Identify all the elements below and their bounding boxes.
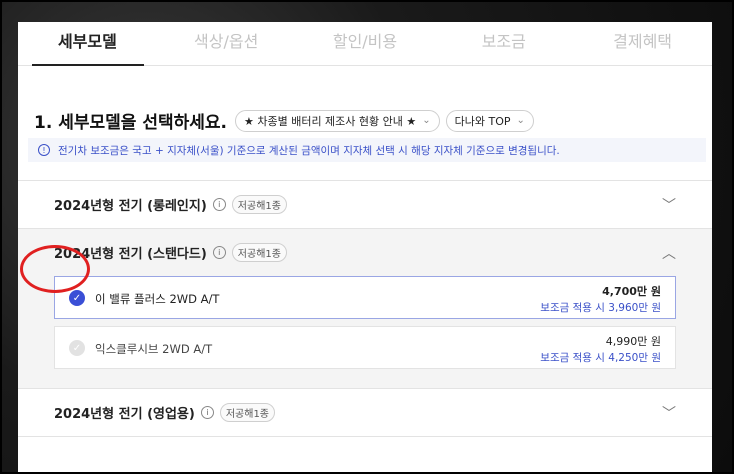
tab-discount-cost[interactable]: 할인/비용 xyxy=(296,22,435,65)
group-title: 2024년형 전기 (롱레인지) xyxy=(54,199,207,214)
trim-price: 4,700만 원 xyxy=(602,285,661,298)
info-icon[interactable]: i xyxy=(212,246,226,259)
accordion-longrange: 2024년형 전기 (롱레인지) i 저공해1종 ﹀ xyxy=(18,180,712,228)
trim-option-value-plus[interactable]: ✓ 이 밸류 플러스 2WD A/T 4,700만 원 보조금 적용 시 3,9… xyxy=(54,276,676,319)
check-icon[interactable]: ✓ xyxy=(69,290,85,306)
trim-subsidy-price: 보조금 적용 시 4,250만 원 xyxy=(540,352,661,364)
battery-info-dropdown[interactable]: ★ 차종별 배터리 제조사 현황 안내 ★ ⌄ xyxy=(234,109,440,132)
trim-subsidy-price: 보조금 적용 시 3,960만 원 xyxy=(540,302,661,314)
trim-name: 익스클루시브 2WD A/T xyxy=(95,342,213,356)
tab-payment-benefit[interactable]: 결제혜택 xyxy=(573,22,712,65)
info-icon[interactable]: i xyxy=(200,406,214,419)
chevron-down-icon: ⌄ xyxy=(422,115,431,126)
trim-name: 이 밸류 플러스 2WD A/T xyxy=(95,292,220,306)
tab-subsidy[interactable]: 보조금 xyxy=(434,22,573,65)
notice-text: 전기차 보조금은 국고 + 지자체(서울) 기준으로 계산된 금액이며 지자체 … xyxy=(58,144,560,157)
tab-color-option[interactable]: 색상/옵션 xyxy=(157,22,296,65)
accordion-header-standard[interactable]: 2024년형 전기 (스탠다드) i 저공해1종 ︿ xyxy=(18,228,712,276)
chevron-down-icon: ﹀ xyxy=(662,406,676,422)
info-icon[interactable]: i xyxy=(212,198,226,211)
heading-row: 1. 세부모델을 선택하세요. ★ 차종별 배터리 제조사 현황 안내 ★ ⌄ … xyxy=(34,108,540,133)
check-icon[interactable]: ✓ xyxy=(69,340,85,356)
emission-tag: 저공해1종 xyxy=(219,403,276,422)
accordion-header-longrange[interactable]: 2024년형 전기 (롱레인지) i 저공해1종 ﹀ xyxy=(18,180,712,228)
info-icon: ! xyxy=(38,144,50,156)
accordion-standard: 2024년형 전기 (스탠다드) i 저공해1종 ︿ ✓ 이 밸류 플러스 2W… xyxy=(18,228,712,388)
model-selection-panel: 세부모델 색상/옵션 할인/비용 보조금 결제혜택 1. 세부모델을 선택하세요… xyxy=(18,22,712,474)
group-title: 2024년형 전기 (영업용) xyxy=(54,407,195,422)
emission-tag: 저공해1종 xyxy=(231,195,287,214)
danawa-top-label: 다나와 TOP xyxy=(454,114,511,128)
danawa-top-dropdown[interactable]: 다나와 TOP ⌄ xyxy=(445,109,534,132)
group-title: 2024년형 전기 (스탠다드) xyxy=(54,247,207,262)
tab-detail-model[interactable]: 세부모델 xyxy=(18,22,157,65)
battery-info-label: ★ 차종별 배터리 제조사 현황 안내 ★ xyxy=(243,114,417,128)
page-title: 1. 세부모델을 선택하세요. xyxy=(34,113,227,133)
active-tab-indicator xyxy=(32,64,144,66)
subsidy-notice: ! 전기차 보조금은 국고 + 지자체(서울) 기준으로 계산된 금액이며 지자… xyxy=(28,138,706,162)
chevron-down-icon: ⌄ xyxy=(516,115,525,126)
emission-tag: 저공해1종 xyxy=(231,243,287,262)
accordion-commercial: 2024년형 전기 (영업용) i 저공해1종 ﹀ xyxy=(18,388,712,437)
trim-price: 4,990만 원 xyxy=(605,335,661,348)
trim-option-exclusive[interactable]: ✓ 익스클루시브 2WD A/T 4,990만 원 보조금 적용 시 4,250… xyxy=(54,326,676,369)
chevron-up-icon: ︿ xyxy=(662,246,676,262)
chevron-down-icon: ﹀ xyxy=(662,198,676,214)
tab-bar: 세부모델 색상/옵션 할인/비용 보조금 결제혜택 xyxy=(18,22,712,66)
accordion-header-commercial[interactable]: 2024년형 전기 (영업용) i 저공해1종 ﹀ xyxy=(18,388,712,436)
